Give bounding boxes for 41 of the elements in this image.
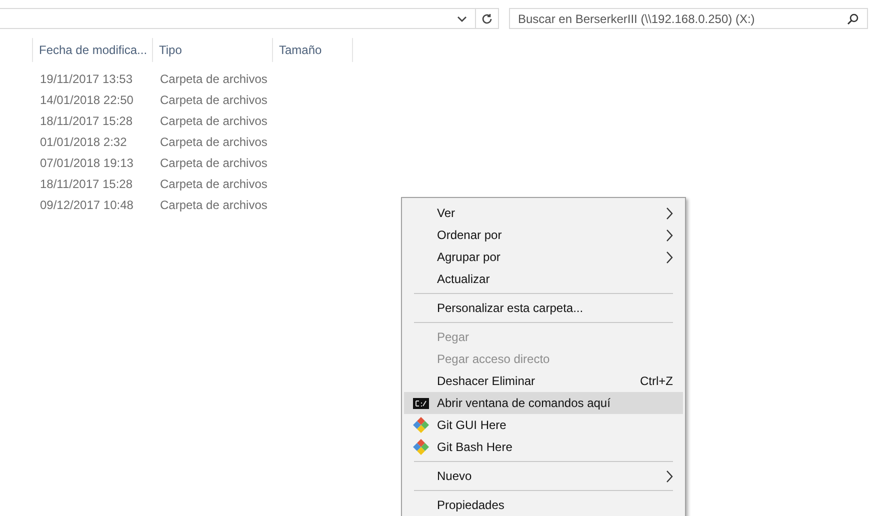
type-cell-text: Carpeta de archivos [160,112,268,130]
menu-item[interactable]: Personalizar esta carpeta... [404,297,683,319]
column-header[interactable]: Tamaño [272,38,353,62]
submenu-chevron-icon [666,206,673,220]
type-cell-text: Carpeta de archivos [160,196,268,214]
column-header[interactable]: Tipo [152,38,273,62]
menu-item[interactable]: Git GUI Here [404,414,683,436]
address-field[interactable] [0,8,499,29]
refresh-icon[interactable] [481,12,493,24]
type-cell-text: Carpeta de archivos [160,154,268,172]
menu-item[interactable]: Ver [404,202,683,224]
menu-item[interactable]: Nuevo [404,465,683,487]
date-cell-text: 18/11/2017 15:28 [40,176,134,192]
date-cell-text: 19/11/2017 13:53 [40,70,134,88]
menu-item[interactable]: Abrir ventana de comandos aquí [404,392,683,414]
type-cell-text: Carpeta de archivos [160,70,268,88]
date-cell-text: 01/01/2018 2:32 [40,134,128,150]
submenu-chevron-icon [666,228,673,242]
terminal-icon [412,398,428,408]
search-field[interactable]: Buscar en BerserkerIII (\\192.168.0.250) (X:) [509,8,868,29]
search-icon [847,12,859,24]
type-cell-text: Carpeta de archivos [160,92,268,108]
date-cell-text: 07/01/2018 19:13 [40,154,134,172]
menu-item[interactable]: Git Bash Here [404,436,683,458]
dropdown-chevron-icon[interactable] [457,16,467,22]
column-header[interactable]: Fecha de modifica... [32,38,153,62]
menu-item[interactable]: Deshacer Eliminar Ctrl+Z [404,370,683,392]
type-cell-text: Carpeta de archivos [160,176,268,192]
menu-item[interactable]: Ordenar por [404,224,683,246]
submenu-chevron-icon [666,470,673,482]
git-diamonds-icon [412,439,428,455]
date-cell-text: 14/01/2018 22:50 [40,92,134,108]
menu-item[interactable]: Propiedades [404,494,683,516]
shortcut-label: Ctrl+Z [640,373,673,390]
submenu-chevron-icon [666,250,673,264]
date-cell-text: 18/11/2017 15:28 [40,112,134,130]
menu-item[interactable]: Agrupar por [404,246,683,268]
date-cell-text: 09/12/2017 10:48 [40,196,134,214]
git-diamonds-icon [412,417,428,433]
type-cell-text: Carpeta de archivos [160,134,268,150]
menu-item[interactable]: Actualizar [404,268,683,290]
